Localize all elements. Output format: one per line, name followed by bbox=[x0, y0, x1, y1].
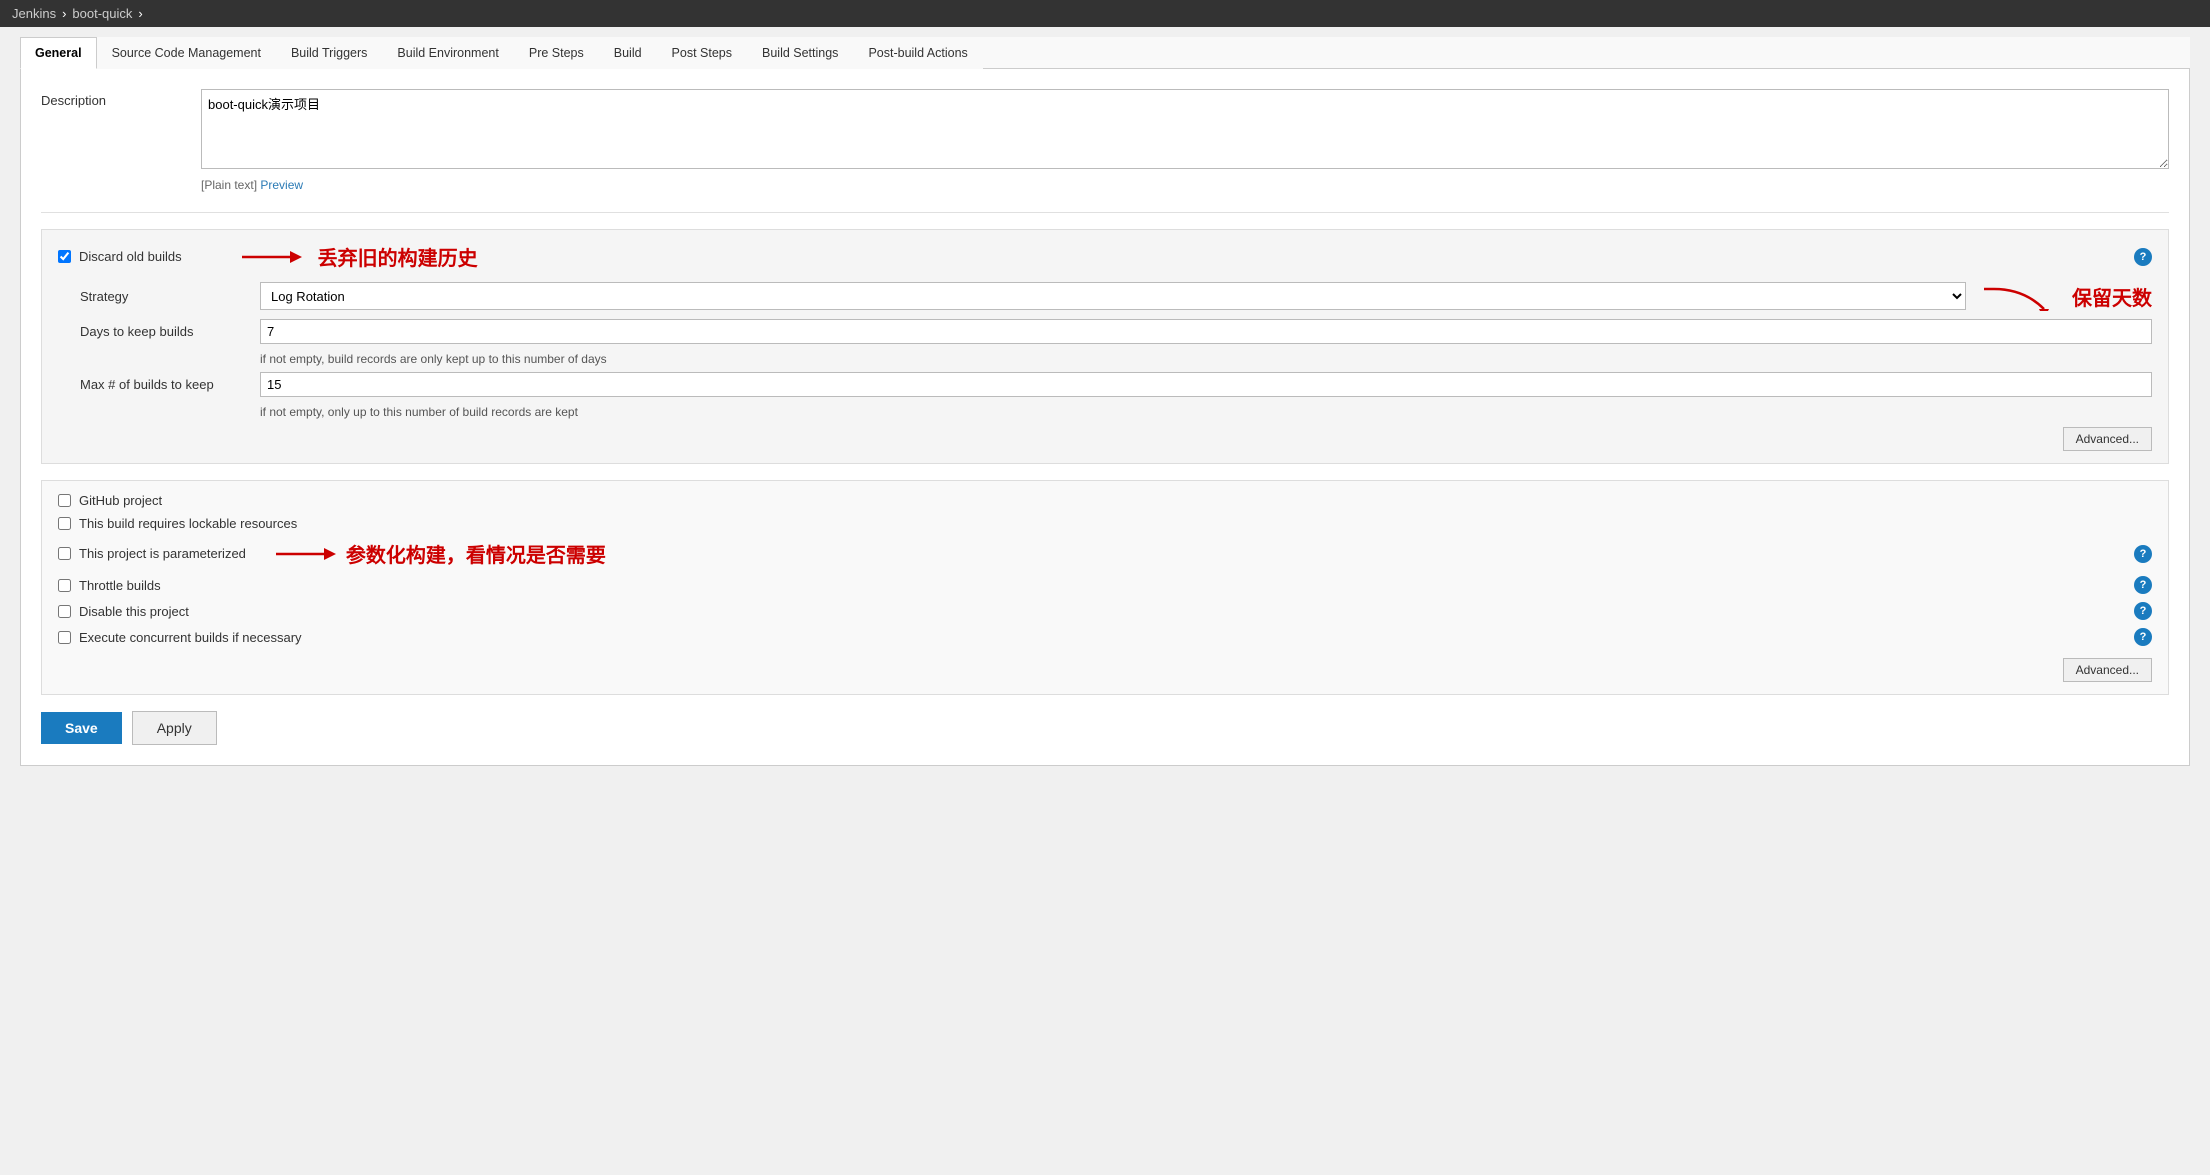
concurrent-label[interactable]: Execute concurrent builds if necessary bbox=[79, 630, 302, 645]
plain-text-row: [Plain text] Preview bbox=[201, 178, 2169, 192]
save-button[interactable]: Save bbox=[41, 712, 122, 744]
tab-build-settings[interactable]: Build Settings bbox=[747, 37, 853, 69]
concurrent-row: Execute concurrent builds if necessary ? bbox=[58, 628, 2152, 646]
days-hint: if not empty, build records are only kep… bbox=[260, 352, 2152, 366]
description-section: Description [Plain text] Preview bbox=[41, 89, 2169, 192]
strategy-select[interactable]: Log Rotation bbox=[260, 282, 1966, 310]
jenkins-link[interactable]: Jenkins bbox=[12, 6, 56, 21]
max-row: Max # of builds to keep bbox=[80, 372, 2152, 397]
throttle-help-icon[interactable]: ? bbox=[2134, 576, 2152, 594]
plain-text-label: [Plain text] bbox=[201, 178, 257, 192]
disable-label[interactable]: Disable this project bbox=[79, 604, 189, 619]
annotation-arrow-2 bbox=[1984, 281, 2064, 311]
apply-button[interactable]: Apply bbox=[132, 711, 217, 745]
sep2: › bbox=[138, 6, 142, 21]
param-checkbox[interactable] bbox=[58, 547, 71, 560]
tab-build-environment[interactable]: Build Environment bbox=[382, 37, 513, 69]
concurrent-help-icon[interactable]: ? bbox=[2134, 628, 2152, 646]
discard-annotation: 丢弃旧的构建历史 bbox=[318, 242, 478, 271]
max-hint: if not empty, only up to this number of … bbox=[260, 405, 2152, 419]
action-bar: Save Apply bbox=[41, 711, 2169, 745]
discard-checkbox[interactable] bbox=[58, 250, 71, 263]
main-content: General Source Code Management Build Tri… bbox=[0, 27, 2210, 786]
param-annotation: 参数化构建，看情况是否需要 bbox=[346, 539, 606, 568]
days-row: Days to keep builds bbox=[80, 319, 2152, 344]
description-textarea[interactable] bbox=[201, 89, 2169, 169]
disable-help-icon[interactable]: ? bbox=[2134, 602, 2152, 620]
lockable-label[interactable]: This build requires lockable resources bbox=[79, 516, 297, 531]
strategy-control: Log Rotation 保留天数 bbox=[260, 281, 2152, 311]
tab-general[interactable]: General bbox=[20, 37, 97, 69]
max-label: Max # of builds to keep bbox=[80, 377, 260, 392]
throttle-row: Throttle builds ? bbox=[58, 576, 2152, 594]
lockable-row: This build requires lockable resources bbox=[58, 516, 2152, 531]
advanced-button-1[interactable]: Advanced... bbox=[2063, 427, 2152, 451]
sep1: › bbox=[62, 6, 66, 21]
param-row: This project is parameterized 参数化构建，看情况是… bbox=[58, 539, 2152, 568]
advanced-button-2[interactable]: Advanced... bbox=[2063, 658, 2152, 682]
discard-help-icon[interactable]: ? bbox=[2134, 248, 2152, 266]
github-label[interactable]: GitHub project bbox=[79, 493, 162, 508]
days-annotation: 保留天数 bbox=[2072, 282, 2152, 311]
strategy-label: Strategy bbox=[80, 289, 260, 304]
tab-scm[interactable]: Source Code Management bbox=[97, 37, 276, 69]
days-label: Days to keep builds bbox=[80, 324, 260, 339]
description-row: Description bbox=[41, 89, 2169, 172]
discard-section: Discard old builds 丢弃旧的构建历史 ? bbox=[41, 229, 2169, 464]
max-input[interactable] bbox=[260, 372, 2152, 397]
divider-1 bbox=[41, 212, 2169, 213]
strategy-section: Strategy Log Rotation bbox=[80, 281, 2152, 451]
form-panel: Description [Plain text] Preview Discard… bbox=[20, 69, 2190, 766]
strategy-row: Strategy Log Rotation bbox=[80, 281, 2152, 311]
project-link[interactable]: boot-quick bbox=[72, 6, 132, 21]
description-control bbox=[201, 89, 2169, 172]
throttle-label[interactable]: Throttle builds bbox=[79, 578, 161, 593]
disable-checkbox[interactable] bbox=[58, 605, 71, 618]
annotation-arrow-1 bbox=[242, 245, 302, 269]
param-label[interactable]: This project is parameterized bbox=[79, 546, 246, 561]
checkboxes-section: GitHub project This build requires locka… bbox=[41, 480, 2169, 695]
annotation-arrow-3 bbox=[276, 542, 336, 566]
tab-build-triggers[interactable]: Build Triggers bbox=[276, 37, 382, 69]
days-control bbox=[260, 319, 2152, 344]
tab-strip: General Source Code Management Build Tri… bbox=[20, 37, 2190, 69]
disable-row: Disable this project ? bbox=[58, 602, 2152, 620]
description-label: Description bbox=[41, 89, 201, 108]
discard-label[interactable]: Discard old builds bbox=[79, 249, 182, 264]
advanced-btn-row-2: Advanced... bbox=[58, 658, 2152, 682]
github-checkbox[interactable] bbox=[58, 494, 71, 507]
github-row: GitHub project bbox=[58, 493, 2152, 508]
advanced-btn-row-1: Advanced... bbox=[80, 427, 2152, 451]
lockable-checkbox[interactable] bbox=[58, 517, 71, 530]
preview-link[interactable]: Preview bbox=[260, 178, 303, 192]
concurrent-checkbox[interactable] bbox=[58, 631, 71, 644]
tab-build[interactable]: Build bbox=[599, 37, 657, 69]
tab-pre-steps[interactable]: Pre Steps bbox=[514, 37, 599, 69]
param-help-icon[interactable]: ? bbox=[2134, 545, 2152, 563]
tab-post-build-actions[interactable]: Post-build Actions bbox=[853, 37, 982, 69]
top-bar: Jenkins › boot-quick › bbox=[0, 0, 2210, 27]
throttle-checkbox[interactable] bbox=[58, 579, 71, 592]
days-input[interactable] bbox=[260, 319, 2152, 344]
tab-post-steps[interactable]: Post Steps bbox=[657, 37, 747, 69]
max-control bbox=[260, 372, 2152, 397]
